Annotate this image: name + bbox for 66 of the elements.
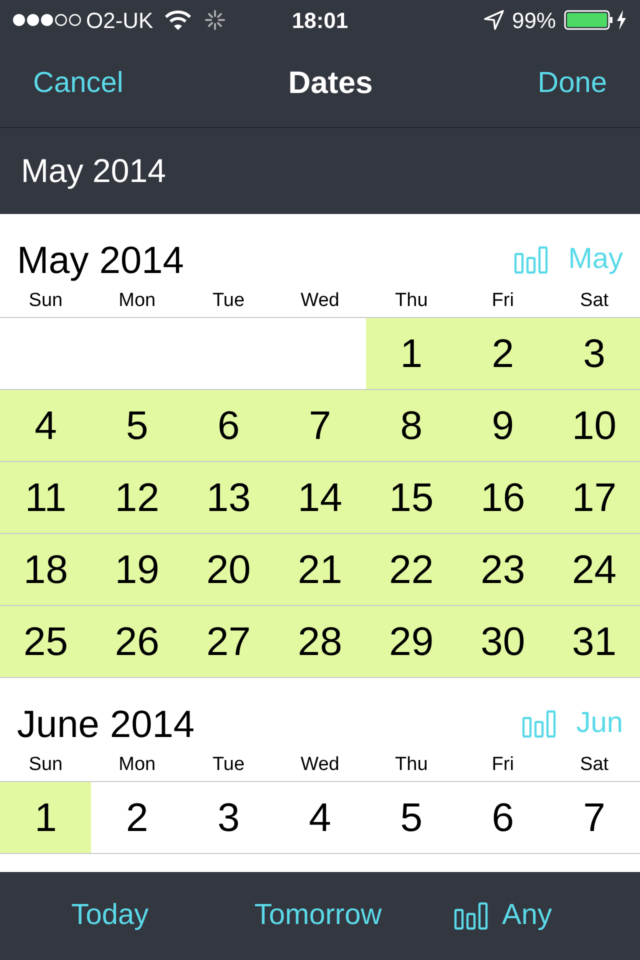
day-cell[interactable]: 21 [274, 534, 366, 605]
weekday-label: Tue [212, 754, 246, 777]
weekday-label: Fri [490, 290, 515, 313]
day-cell[interactable]: 15 [366, 462, 458, 533]
day-cell[interactable]: 2 [457, 318, 549, 389]
day-cell[interactable]: 13 [182, 462, 274, 533]
today-button[interactable]: Today [0, 894, 220, 938]
day-cell[interactable]: 11 [0, 462, 92, 533]
day-cell[interactable]: 31 [548, 606, 640, 677]
weekday-label: Thu [394, 290, 429, 313]
day-cell[interactable]: 27 [182, 606, 274, 677]
day-cell[interactable]: 12 [91, 462, 183, 533]
bar-chart-icon [514, 246, 548, 274]
day-cell[interactable]: 30 [457, 606, 549, 677]
weekday-label: Sun [28, 290, 64, 313]
bar-chart-icon [454, 902, 488, 930]
cancel-button[interactable]: Cancel [33, 62, 124, 106]
spinner-icon [205, 10, 226, 30]
weekday-label: Mon [118, 754, 157, 777]
day-cell[interactable]: 19 [91, 534, 183, 605]
weekday-label: Sat [579, 754, 610, 777]
weekday-label: Sat [579, 290, 610, 313]
tomorrow-button[interactable]: Tomorrow [220, 894, 416, 938]
screen-title: Dates [288, 64, 373, 102]
weekday-label: Wed [300, 754, 340, 777]
done-button[interactable]: Done [538, 62, 607, 106]
bar-chart-icon [522, 710, 556, 738]
day-cell[interactable]: 24 [548, 534, 640, 605]
day-cell[interactable]: 29 [366, 606, 458, 677]
day-cell[interactable]: 18 [0, 534, 92, 605]
day-cell[interactable]: 3 [548, 318, 640, 389]
weekday-label: Tue [212, 290, 246, 313]
day-cell[interactable]: 20 [182, 534, 274, 605]
day-cell[interactable]: 6 [182, 390, 274, 461]
battery-icon [564, 9, 628, 31]
carrier-name: O2-UK [86, 6, 154, 34]
day-cell[interactable]: 5 [91, 390, 183, 461]
day-cell[interactable]: 26 [91, 606, 183, 677]
wifi-icon [165, 10, 192, 30]
selected-range: May 2014 [21, 151, 166, 192]
weekday-label: Sun [28, 754, 64, 777]
month-title: May 2014 [17, 242, 184, 280]
signal-icon [12, 13, 82, 27]
weekday-label: Mon [118, 290, 157, 313]
day-cell[interactable]: 9 [457, 390, 549, 461]
day-cell[interactable]: 1 [366, 318, 458, 389]
battery-percent: 99% [512, 6, 556, 34]
day-cell[interactable]: 1 [0, 782, 92, 853]
day-cell[interactable]: 28 [274, 606, 366, 677]
day-cell[interactable]: 4 [0, 390, 92, 461]
day-cell[interactable]: 17 [548, 462, 640, 533]
weekday-label: Wed [300, 290, 340, 313]
any-button[interactable]: Any [416, 894, 640, 938]
weekday-label: Thu [394, 754, 429, 777]
location-arrow-icon [484, 10, 504, 30]
day-cell[interactable]: 14 [274, 462, 366, 533]
weekday-label: Fri [490, 754, 515, 777]
day-cell[interactable]: 22 [366, 534, 458, 605]
day-cell[interactable]: 7 [274, 390, 366, 461]
day-cell[interactable]: 23 [457, 534, 549, 605]
day-cell[interactable]: 25 [0, 606, 92, 677]
day-cell[interactable]: 16 [457, 462, 549, 533]
day-cell[interactable]: 10 [548, 390, 640, 461]
clock-time: 18:01 [292, 6, 348, 34]
day-cell[interactable]: 8 [366, 390, 458, 461]
month-title: June 2014 [17, 706, 194, 744]
